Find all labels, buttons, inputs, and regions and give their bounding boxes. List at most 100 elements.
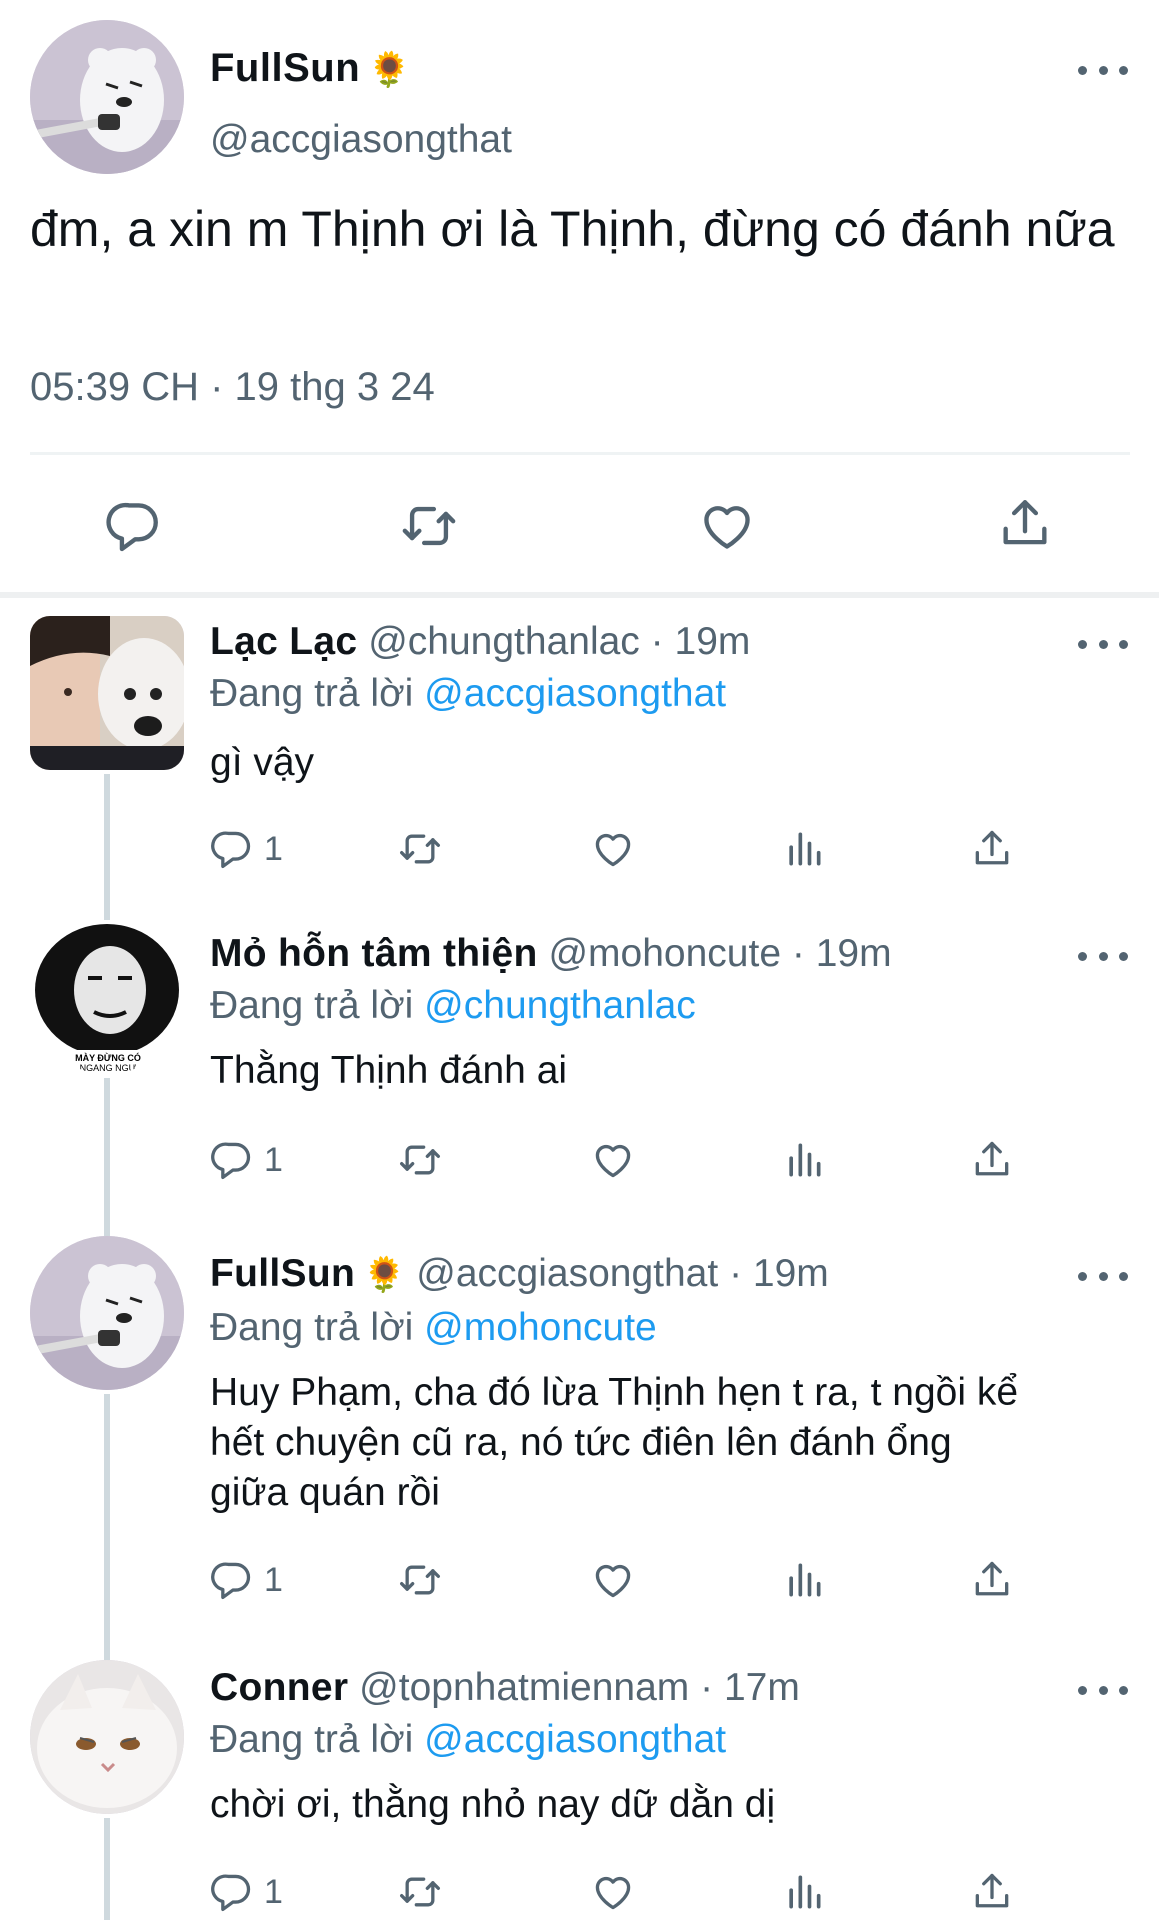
retweet-icon[interactable] — [396, 1558, 444, 1602]
avatar[interactable] — [30, 1660, 184, 1814]
avatar[interactable] — [30, 1236, 184, 1390]
reply-actions: 1 — [210, 1870, 1030, 1920]
like-icon[interactable] — [590, 1138, 636, 1182]
reply-icon[interactable] — [105, 497, 163, 555]
handle[interactable]: @mohoncute — [548, 932, 781, 975]
svg-text:NGANG NGƯ: NGANG NGƯ — [80, 1063, 137, 1073]
reply-text: Huy Phạm, cha đó lừa Thịnh hẹn t ra, t n… — [210, 1368, 1110, 1518]
display-name[interactable]: FullSun — [210, 1252, 355, 1295]
svg-text:MÀY ĐỪNG CÓ: MÀY ĐỪNG CÓ — [75, 1052, 141, 1063]
reply-actions: 1 — [210, 827, 1030, 877]
reply-count: 1 — [264, 1140, 283, 1179]
thread-line — [104, 774, 110, 898]
separator-dot: · — [650, 620, 664, 663]
reply-text: chời ơi, thằng nhỏ nay dữ dằn dị — [210, 1783, 776, 1826]
reply-actions: 1 — [210, 1138, 1030, 1188]
replying-to: Đang trả lời @mohoncute — [210, 1306, 657, 1349]
photo-avatar-icon — [30, 616, 184, 770]
handle[interactable]: @accgiasongthat — [416, 1252, 718, 1295]
like-icon[interactable] — [590, 1870, 636, 1914]
share-icon[interactable] — [970, 1870, 1014, 1914]
views-icon[interactable] — [782, 827, 826, 871]
reply-header: Conner @topnhatmiennam · 17m — [210, 1666, 800, 1710]
mention-link[interactable]: @accgiasongthat — [424, 1718, 726, 1761]
relative-time[interactable]: 17m — [724, 1666, 800, 1709]
like-icon[interactable] — [590, 1558, 636, 1602]
display-name[interactable]: Conner — [210, 1666, 348, 1709]
avatar[interactable] — [30, 20, 184, 174]
reply-icon[interactable]: 1 — [210, 1558, 283, 1602]
separator-dot: · — [791, 932, 805, 975]
more-options-icon[interactable] — [1078, 1264, 1128, 1288]
like-icon[interactable] — [697, 497, 757, 555]
mention-link[interactable]: @chungthanlac — [424, 984, 696, 1027]
display-name[interactable]: Mỏ hỗn tâm thiện — [210, 932, 538, 975]
thread-line — [104, 1218, 110, 1236]
like-icon[interactable] — [590, 827, 636, 871]
reply-actions: 1 — [210, 1558, 1030, 1608]
retweet-icon[interactable] — [396, 827, 444, 871]
thread-line — [104, 1818, 110, 1920]
reply-tweet[interactable]: FullSun 🌻 @accgiasongthat · 19m Đang trả … — [0, 1218, 1159, 1638]
mention-link[interactable]: @mohoncute — [424, 1306, 657, 1349]
views-icon[interactable] — [782, 1558, 826, 1602]
mention-link[interactable]: @accgiasongthat — [424, 672, 726, 715]
cat-avatar-icon — [30, 1660, 184, 1814]
thread-line — [104, 1638, 110, 1660]
reply-tweet[interactable]: Conner @topnhatmiennam · 17m Đang trả lờ… — [0, 1638, 1159, 1920]
relative-time[interactable]: 19m — [753, 1252, 829, 1295]
reply-header: Mỏ hỗn tâm thiện @mohoncute · 19m — [210, 932, 892, 976]
share-icon[interactable] — [970, 1138, 1014, 1182]
tweet-text: đm, a xin m Thịnh ơi là Thịnh, đừng có đ… — [30, 201, 1115, 257]
timestamp[interactable]: 05:39 CH · 19 thg 3 24 — [30, 365, 435, 410]
reply-count: 1 — [264, 1560, 283, 1599]
share-icon[interactable] — [996, 495, 1054, 553]
reply-icon[interactable]: 1 — [210, 827, 283, 871]
reply-text-line: Huy Phạm, cha đó lừa Thịnh hẹn t ra, t n… — [210, 1371, 1019, 1414]
retweet-icon[interactable] — [396, 1138, 444, 1182]
avatar[interactable] — [30, 616, 184, 770]
more-options-icon[interactable] — [1078, 58, 1128, 82]
separator-dot: · — [700, 1666, 714, 1709]
retweet-icon[interactable] — [396, 1870, 444, 1914]
separator-dot: · — [729, 1252, 743, 1295]
reply-tweet[interactable]: Lạc Lạc @chungthanlac · 19m Đang trả lời… — [0, 598, 1159, 898]
handle[interactable]: @topnhatmiennam — [359, 1666, 689, 1709]
handle[interactable]: @accgiasongthat — [210, 118, 512, 162]
replying-to: Đang trả lời @chungthanlac — [210, 984, 696, 1027]
reply-icon[interactable]: 1 — [210, 1870, 283, 1914]
retweet-icon[interactable] — [398, 497, 460, 555]
relative-time[interactable]: 19m — [816, 932, 892, 975]
reply-count: 1 — [264, 829, 283, 868]
reply-count: 1 — [264, 1872, 283, 1911]
reply-header: FullSun 🌻 @accgiasongthat · 19m — [210, 1252, 829, 1296]
replying-to: Đang trả lời @accgiasongthat — [210, 1718, 727, 1761]
handle[interactable]: @chungthanlac — [368, 620, 640, 663]
bear-avatar-icon — [30, 20, 184, 174]
display-name[interactable]: FullSun 🌻 — [210, 46, 411, 91]
views-icon[interactable] — [782, 1870, 826, 1914]
views-icon[interactable] — [782, 1138, 826, 1182]
reply-header: Lạc Lạc @chungthanlac · 19m — [210, 620, 750, 664]
divider — [30, 452, 1130, 455]
meme-avatar-icon: MÀY ĐỪNG CÓ NGANG NGƯ — [30, 920, 184, 1074]
share-icon[interactable] — [970, 1558, 1014, 1602]
thread-line — [104, 1394, 110, 1638]
reply-text: gì vậy — [210, 741, 315, 784]
more-options-icon[interactable] — [1078, 632, 1128, 656]
reply-icon[interactable]: 1 — [210, 1138, 283, 1182]
reply-tweet[interactable]: MÀY ĐỪNG CÓ NGANG NGƯ Mỏ hỗn tâm thiện @… — [0, 898, 1159, 1218]
display-name[interactable]: Lạc Lạc — [210, 620, 357, 663]
relative-time[interactable]: 19m — [675, 620, 751, 663]
reply-text-line: hết chuyện cũ ra, nó tức điên lên đánh ổ… — [210, 1421, 952, 1464]
thread-line — [104, 898, 110, 920]
more-options-icon[interactable] — [1078, 944, 1128, 968]
thread-line — [104, 1078, 110, 1218]
share-icon[interactable] — [970, 827, 1014, 871]
main-tweet: FullSun 🌻 @accgiasongthat đm, a xin m Thị… — [0, 0, 1159, 598]
reply-text: Thằng Thịnh đánh ai — [210, 1049, 568, 1092]
replying-to: Đang trả lời @accgiasongthat — [210, 672, 727, 715]
avatar[interactable]: MÀY ĐỪNG CÓ NGANG NGƯ — [30, 920, 184, 1074]
more-options-icon[interactable] — [1078, 1678, 1128, 1702]
sunflower-emoji: 🌻 — [363, 1256, 406, 1294]
